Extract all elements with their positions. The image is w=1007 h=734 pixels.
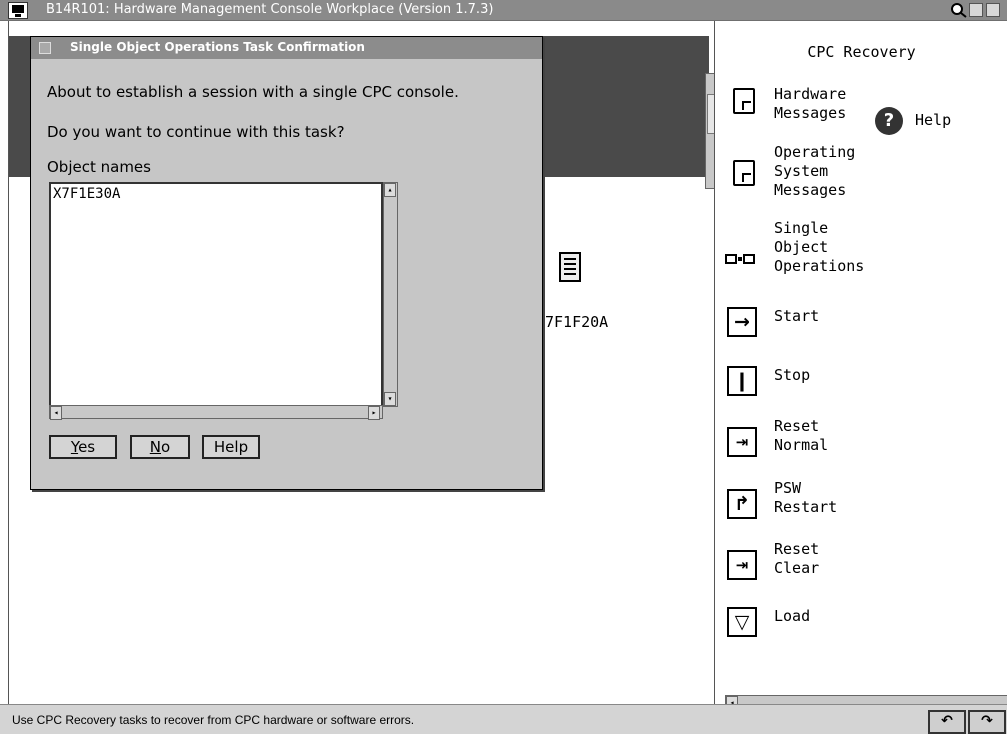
list-horizontal-scrollbar[interactable]: ◂ ▸ — [49, 405, 383, 420]
task-label: Load — [774, 607, 811, 625]
scroll-left-button[interactable]: ◂ — [50, 406, 62, 420]
document-icon — [733, 88, 755, 114]
dialog-question: Do you want to continue with this task? — [47, 123, 345, 141]
object-names-list[interactable]: X7F1E30A — [49, 182, 383, 419]
task-label: PSW Restart — [774, 479, 838, 516]
scroll-up-button[interactable]: ▴ — [384, 183, 396, 197]
help-link[interactable]: Help — [915, 111, 951, 129]
task-label: Reset Normal — [774, 417, 829, 454]
task-label: Stop — [774, 366, 811, 384]
forward-button[interactable]: ↷ — [968, 710, 1006, 734]
confirmation-dialog[interactable]: Single Object Operations Task Confirmati… — [30, 36, 543, 490]
help-icon[interactable]: ? — [875, 107, 903, 135]
task-hardware-messages[interactable]: Hardware Messages — [725, 85, 995, 145]
task-panel: CPC Recovery Hardware Messages ? Help Op… — [714, 21, 1007, 710]
status-message: Use CPC Recovery tasks to recover from C… — [12, 713, 415, 727]
dialog-title-bar[interactable]: Single Object Operations Task Confirmati… — [31, 37, 542, 59]
task-label: Operating System Messages — [774, 143, 856, 199]
task-label: Start — [774, 307, 820, 325]
window-title: B14R101: Hardware Management Console Wor… — [46, 2, 494, 17]
task-reset-normal[interactable]: ⇥ Reset Normal — [725, 417, 995, 477]
help-button[interactable]: Help — [202, 435, 260, 459]
document-icon — [733, 160, 755, 186]
list-vertical-scrollbar[interactable]: ▴ ▾ — [383, 182, 398, 407]
system-menu-icon[interactable] — [8, 2, 28, 19]
load-down-icon: ▽ — [727, 607, 757, 637]
dialog-title: Single Object Operations Task Confirmati… — [70, 40, 365, 54]
arrow-right-icon: → — [727, 307, 757, 337]
object-names-label: Object names — [47, 158, 151, 176]
no-button-label: o — [161, 438, 171, 456]
cpc-computer-icon[interactable] — [559, 252, 581, 282]
task-reset-clear[interactable]: ⇥ Reset Clear — [725, 540, 995, 600]
search-icon[interactable] — [950, 2, 968, 18]
psw-restart-icon: ↱ — [727, 489, 757, 519]
scroll-right-button[interactable]: ▸ — [368, 406, 380, 420]
task-label: Hardware Messages — [774, 85, 847, 122]
restore-button[interactable] — [986, 3, 1000, 17]
task-single-object-operations[interactable]: Single Object Operations — [725, 219, 995, 279]
object-label[interactable]: 7F1F20A — [545, 313, 608, 331]
reset-arrow-icon: ⇥ — [727, 550, 757, 580]
no-button[interactable]: No — [130, 435, 190, 459]
yes-button-label: es — [78, 438, 96, 456]
back-button[interactable]: ↶ — [928, 710, 966, 734]
stop-bar-icon: ❙ — [727, 366, 757, 396]
no-mnemonic: N — [149, 438, 162, 456]
task-label: Single Object Operations — [774, 219, 865, 275]
scroll-down-button[interactable]: ▾ — [384, 392, 396, 406]
status-bar: Use CPC Recovery tasks to recover from C… — [0, 704, 1007, 734]
task-label: Reset Clear — [774, 540, 820, 577]
dialog-message: About to establish a session with a sing… — [47, 83, 459, 101]
panel-title: CPC Recovery — [807, 43, 916, 61]
minimize-button[interactable] — [969, 3, 983, 17]
main-title-bar[interactable]: B14R101: Hardware Management Console Wor… — [0, 0, 1007, 21]
task-start[interactable]: → Start — [725, 307, 995, 367]
list-item[interactable]: X7F1E30A — [53, 186, 120, 202]
task-load[interactable]: ▽ Load — [725, 607, 995, 667]
yes-button[interactable]: Yes — [49, 435, 117, 459]
two-computers-icon — [725, 251, 759, 264]
task-psw-restart[interactable]: ↱ PSW Restart — [725, 479, 995, 539]
dialog-system-menu-icon[interactable] — [39, 42, 51, 54]
task-operating-system-messages[interactable]: Operating System Messages — [725, 143, 995, 203]
reset-arrow-icon: ⇥ — [727, 427, 757, 457]
yes-mnemonic: Y — [70, 438, 79, 456]
